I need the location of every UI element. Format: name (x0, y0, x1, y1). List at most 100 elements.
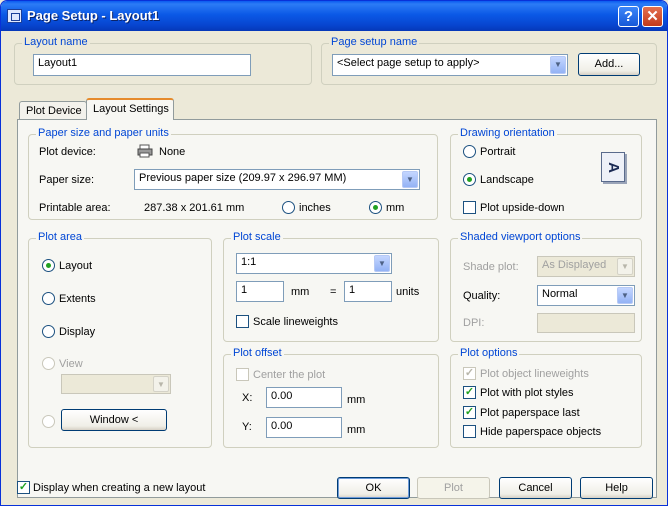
page-setup-select[interactable]: <Select page setup to apply> ▼ (332, 54, 568, 76)
hide-paperspace-objects-label[interactable]: Hide paperspace objects (480, 426, 601, 438)
title-bar[interactable]: Page Setup - Layout1 ? ✕ (1, 1, 667, 31)
printable-area-label: Printable area: (39, 202, 111, 214)
tab-plot-device[interactable]: Plot Device (19, 101, 87, 120)
scale-equals: = (330, 286, 337, 298)
plot-device-value: None (159, 146, 186, 158)
plot-with-plot-styles-checkbox[interactable]: ✓ (463, 386, 476, 399)
plot-upside-down-label[interactable]: Plot upside-down (480, 202, 564, 214)
page-setup-value: <Select page setup to apply> (337, 57, 480, 69)
offset-x-input[interactable]: 0.00 (266, 387, 342, 408)
quality-label: Quality: (463, 290, 501, 302)
dpi-label: DPI: (463, 317, 485, 329)
plot-device-label: Plot device: (39, 146, 96, 158)
landscape-label[interactable]: Landscape (480, 174, 534, 186)
page-setup-name-group: Page setup name <Select page setup to ap… (321, 36, 657, 85)
plot-object-lineweights-label: Plot object lineweights (480, 368, 589, 380)
landscape-radio[interactable] (463, 173, 476, 186)
layout-name-input[interactable]: Layout1 (33, 54, 251, 76)
view-select: ▼ (61, 374, 171, 394)
layout-label[interactable]: Layout (59, 260, 92, 272)
orientation-preview-icon: A (601, 152, 625, 182)
scale-units-label: units (396, 286, 420, 298)
plot-scale-value: 1:1 (241, 256, 257, 268)
page-setup-dialog: Page Setup - Layout1 ? ✕ Layout name Lay… (0, 0, 668, 506)
paper-size-select[interactable]: Previous paper size (209.97 x 296.97 MM)… (134, 169, 420, 190)
printable-area-value: 287.38 x 201.61 mm (144, 202, 245, 214)
chevron-down-icon: ▼ (617, 258, 633, 275)
hide-paperspace-objects-checkbox[interactable] (463, 425, 476, 438)
offset-y-input[interactable]: 0.00 (266, 417, 342, 438)
drawing-orientation-group: Drawing orientation Portrait Landscape P… (450, 127, 642, 220)
plot-area-group: Plot area Layout Extents Display View ▼ … (28, 231, 212, 448)
paper-size-legend: Paper size and paper units (36, 127, 171, 139)
dpi-input (537, 313, 635, 333)
plot-with-plot-styles-label[interactable]: Plot with plot styles (480, 387, 574, 399)
extents-label[interactable]: Extents (59, 293, 96, 305)
scale-mm-input[interactable]: 1 (236, 281, 284, 302)
extents-radio[interactable] (42, 292, 55, 305)
chevron-down-icon[interactable]: ▼ (617, 287, 633, 304)
plot-object-lineweights-checkbox: ✓ (463, 367, 476, 380)
shaded-viewport-legend: Shaded viewport options (458, 231, 583, 243)
offset-y-unit: mm (347, 424, 366, 436)
scale-units-input[interactable]: 1 (344, 281, 392, 302)
plot-paperspace-last-checkbox[interactable]: ✓ (463, 406, 476, 419)
window-title: Page Setup - Layout1 (27, 8, 160, 23)
center-plot-label: Center the plot (253, 369, 326, 381)
chevron-down-icon[interactable]: ▼ (374, 255, 390, 272)
chevron-down-icon: ▼ (153, 376, 169, 392)
page-setup-name-legend: Page setup name (329, 36, 420, 48)
layout-radio[interactable] (42, 259, 55, 272)
plot-options-legend: Plot options (458, 347, 520, 359)
shaded-viewport-group: Shaded viewport options Shade plot: As D… (450, 231, 642, 342)
offset-x-unit: mm (347, 394, 366, 406)
tab-layout-settings[interactable]: Layout Settings (86, 98, 174, 120)
chevron-down-icon[interactable]: ▼ (402, 171, 418, 188)
view-label: View (59, 358, 83, 370)
add-page-setup-button[interactable]: Add... (578, 53, 640, 76)
help-button[interactable]: Help (580, 477, 653, 499)
paper-size-group: Paper size and paper units Plot device: … (28, 127, 438, 220)
paper-size-value: Previous paper size (209.97 x 296.97 MM) (139, 172, 347, 184)
mm-radio[interactable] (369, 201, 382, 214)
mm-label[interactable]: mm (386, 202, 404, 214)
shade-plot-label: Shade plot: (463, 261, 519, 273)
layout-name-legend: Layout name (22, 36, 90, 48)
portrait-radio[interactable] (463, 145, 476, 158)
layout-settings-panel: Paper size and paper units Plot device: … (17, 119, 657, 498)
plot-options-group: Plot options ✓ Plot object lineweights ✓… (450, 347, 642, 448)
plot-scale-group: Plot scale 1:1 ▼ 1 mm = 1 units Scale li… (223, 231, 439, 342)
inches-radio[interactable] (282, 201, 295, 214)
display-new-layout-checkbox[interactable]: ✓ (17, 481, 30, 494)
window-radio (42, 415, 55, 428)
plot-paperspace-last-label[interactable]: Plot paperspace last (480, 407, 580, 419)
paper-size-label: Paper size: (39, 174, 95, 186)
plot-scale-legend: Plot scale (231, 231, 283, 243)
plot-button: Plot (417, 477, 490, 499)
display-label[interactable]: Display (59, 326, 95, 338)
display-radio[interactable] (42, 325, 55, 338)
shade-plot-select: As Displayed ▼ (537, 256, 635, 277)
plot-area-legend: Plot area (36, 231, 85, 243)
ok-button[interactable]: OK (337, 477, 410, 499)
cancel-button[interactable]: Cancel (499, 477, 572, 499)
chevron-down-icon[interactable]: ▼ (550, 56, 566, 74)
layout-name-group: Layout name Layout1 (14, 36, 312, 85)
scale-lineweights-label[interactable]: Scale lineweights (253, 316, 338, 328)
plot-offset-group: Plot offset Center the plot X: 0.00 mm Y… (223, 347, 439, 448)
scale-lineweights-checkbox[interactable] (236, 315, 249, 328)
view-radio (42, 357, 55, 370)
plot-scale-select[interactable]: 1:1 ▼ (236, 253, 392, 274)
app-icon (7, 9, 22, 23)
quality-select[interactable]: Normal ▼ (537, 285, 635, 306)
offset-y-label: Y: (242, 421, 252, 433)
printer-icon (137, 144, 153, 158)
window-pick-button[interactable]: Window < (61, 409, 167, 431)
title-close-button[interactable]: ✕ (642, 6, 663, 27)
title-help-button[interactable]: ? (618, 6, 639, 27)
center-plot-checkbox (236, 368, 249, 381)
display-new-layout-label[interactable]: Display when creating a new layout (33, 482, 205, 494)
plot-upside-down-checkbox[interactable] (463, 201, 476, 214)
inches-label[interactable]: inches (299, 202, 331, 214)
portrait-label[interactable]: Portrait (480, 146, 515, 158)
